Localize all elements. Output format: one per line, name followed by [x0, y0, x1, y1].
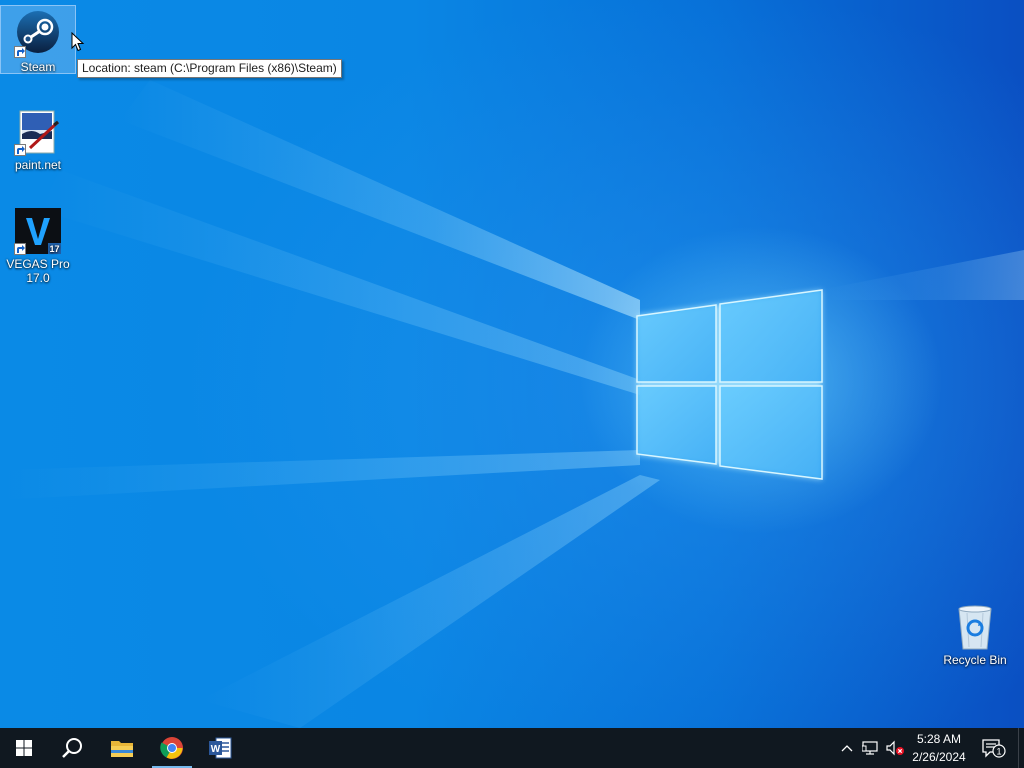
desktop-icon-recycle-bin[interactable]: Recycle Bin: [937, 599, 1013, 667]
desktop-icon-label: Recycle Bin: [943, 653, 1007, 667]
show-hidden-icons-button[interactable]: [838, 738, 856, 758]
taskbar: W 5:28 AM 2/26/2024 1: [0, 728, 1024, 768]
mouse-cursor-icon: [71, 32, 85, 52]
network-icon: [862, 741, 878, 755]
volume-muted-icon: [886, 740, 904, 756]
paintnet-icon: [14, 108, 62, 156]
word-icon: W: [209, 737, 232, 759]
taskbar-file-explorer[interactable]: [98, 728, 146, 768]
search-button[interactable]: [48, 728, 96, 768]
notification-count-badge: 1: [996, 747, 1001, 757]
clock-date: 2/26/2024: [912, 750, 966, 764]
desktop-icon-label: Steam: [20, 60, 56, 74]
shortcut-arrow-icon: [14, 46, 26, 58]
search-icon: [62, 738, 82, 758]
taskbar-chrome[interactable]: [148, 728, 196, 768]
steam-icon: [14, 10, 62, 58]
clock-time: 5:28 AM: [916, 732, 962, 746]
desktop-icon-paintnet[interactable]: paint.net: [0, 104, 76, 172]
windows-icon: [16, 740, 32, 756]
chevron-up-icon: [841, 745, 853, 752]
taskbar-word[interactable]: W: [196, 728, 244, 768]
desktop-icon-steam[interactable]: Steam: [0, 5, 76, 74]
desktop-icon-label: VEGAS Pro 17.0: [6, 257, 70, 285]
chrome-icon: [160, 737, 183, 759]
windows-wallpaper-logo: [636, 289, 823, 480]
vegas-version-badge: 17: [49, 244, 59, 254]
svg-text:W: W: [211, 744, 221, 755]
folder-icon: [111, 741, 133, 757]
recycle-bin-icon: [951, 603, 999, 651]
volume-tray-button[interactable]: [884, 738, 906, 758]
shortcut-tooltip: Location: steam (C:\Program Files (x86)\…: [77, 59, 342, 78]
notification-icon: 1: [982, 739, 1006, 758]
start-button[interactable]: [0, 728, 48, 768]
action-center-button[interactable]: 1: [980, 738, 1008, 758]
shortcut-arrow-icon: [14, 144, 26, 156]
tray-clock[interactable]: 5:28 AM 2/26/2024: [904, 730, 974, 766]
shortcut-arrow-icon: [14, 243, 26, 255]
desktop-icon-label: paint.net: [14, 158, 62, 172]
vegas-pro-icon: 17: [14, 207, 62, 255]
desktop-icon-vegas-pro[interactable]: 17 VEGAS Pro 17.0: [0, 203, 76, 285]
show-desktop-button[interactable]: [1018, 728, 1024, 768]
network-tray-button[interactable]: [860, 738, 882, 758]
desktop[interactable]: Steam paint.net 17 VEGAS Pro 17.0 Recycl…: [0, 0, 1024, 728]
